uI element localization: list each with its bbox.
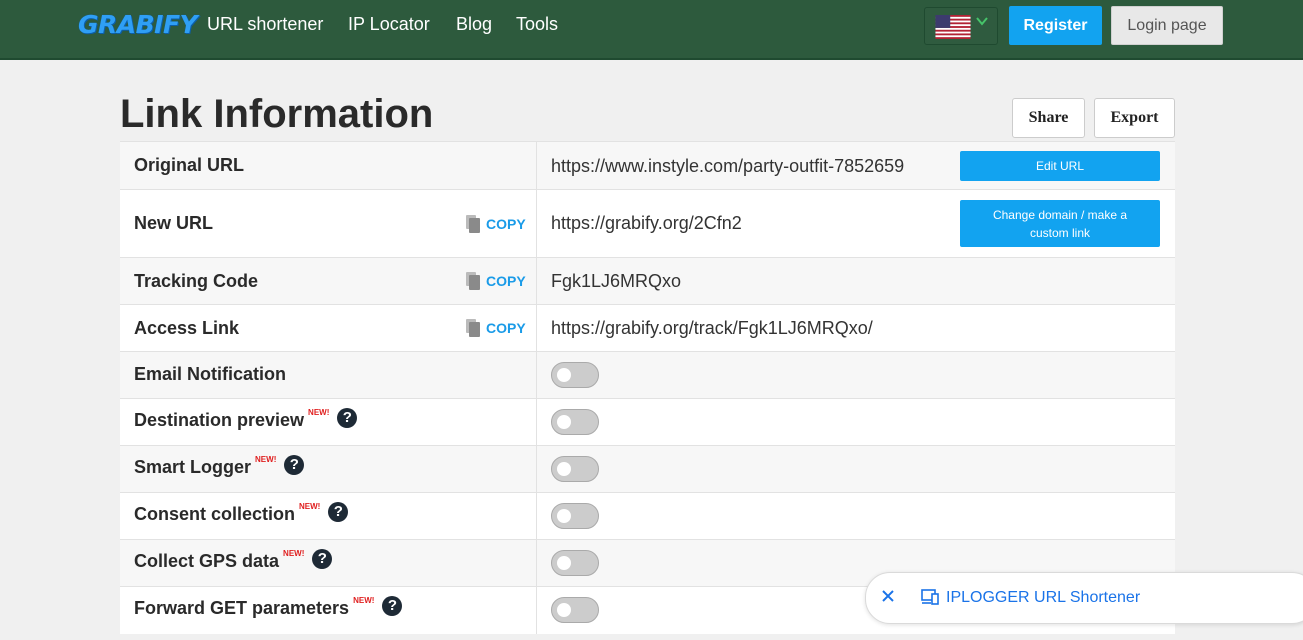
copy-tracking-code-button[interactable]: COPY xyxy=(466,272,526,290)
row-label: Destination preview NEW!? xyxy=(134,408,358,431)
row-label: Tracking Code xyxy=(134,271,259,291)
table-row-access-link: Access Link COPY https://grabify.org/tra… xyxy=(120,304,1175,352)
nav-url-shortener[interactable]: URL shortener xyxy=(207,14,323,35)
new-badge: NEW! xyxy=(299,502,321,511)
app-toast: IPLOGGER URL Shortener xyxy=(865,572,1303,624)
row-label: New URL xyxy=(134,213,214,233)
chevron-down-icon xyxy=(975,14,989,33)
row-label: Forward GET parameters NEW!? xyxy=(134,596,403,619)
copy-icon xyxy=(466,214,480,233)
table-row-tracking-code: Tracking Code COPY Fgk1LJ6MRQxo xyxy=(120,257,1175,305)
new-badge: NEW! xyxy=(255,455,277,464)
link-info-table: Original URL https://www.instyle.com/par… xyxy=(120,141,1175,634)
new-url-value: https://grabify.org/2Cfn2 xyxy=(551,213,742,233)
row-label: Email Notification xyxy=(134,364,287,384)
table-row-consent-collection: Consent collection NEW!? xyxy=(120,492,1175,540)
help-icon[interactable]: ? xyxy=(328,502,349,523)
table-row-destination-preview: Destination preview NEW!? xyxy=(120,398,1175,446)
access-link-value: https://grabify.org/track/Fgk1LJ6MRQxo/ xyxy=(551,318,873,338)
email-notification-toggle[interactable] xyxy=(551,362,599,388)
new-badge: NEW! xyxy=(283,549,305,558)
row-label: Access Link xyxy=(134,318,240,338)
page-title: Link Information xyxy=(120,92,434,136)
share-button[interactable]: Share xyxy=(1012,98,1085,138)
consent-collection-toggle[interactable] xyxy=(551,503,599,529)
row-label: Smart Logger NEW!? xyxy=(134,455,305,478)
language-selector[interactable] xyxy=(924,7,998,45)
table-row-smart-logger: Smart Logger NEW!? xyxy=(120,445,1175,493)
forward-get-parameters-toggle[interactable] xyxy=(551,597,599,624)
destination-preview-toggle[interactable] xyxy=(551,409,599,435)
copy-icon xyxy=(466,272,480,290)
nav-blog[interactable]: Blog xyxy=(456,14,492,35)
grabify-logo[interactable]: GRABIFY xyxy=(78,10,198,39)
help-icon[interactable]: ? xyxy=(337,408,358,429)
help-icon[interactable]: ? xyxy=(382,596,403,617)
devices-icon xyxy=(921,589,939,605)
help-icon[interactable]: ? xyxy=(312,549,333,570)
collect-gps-data-toggle[interactable] xyxy=(551,550,599,576)
original-url-value: https://www.instyle.com/party-outfit-785… xyxy=(551,156,905,176)
change-domain-button[interactable]: Change domain / make a custom link xyxy=(960,200,1160,247)
copy-icon xyxy=(466,319,480,337)
nav-tools[interactable]: Tools xyxy=(516,14,558,35)
row-label: Consent collection NEW!? xyxy=(134,502,349,525)
table-row-original-url: Original URL https://www.instyle.com/par… xyxy=(120,141,1175,190)
login-page-button[interactable]: Login page xyxy=(1111,6,1223,45)
copy-new-url-button[interactable]: COPY xyxy=(466,214,526,233)
us-flag-icon xyxy=(935,15,971,39)
export-button[interactable]: Export xyxy=(1094,98,1175,138)
register-button[interactable]: Register xyxy=(1009,6,1102,45)
nav-ip-locator[interactable]: IP Locator xyxy=(348,14,430,35)
tracking-code-value: Fgk1LJ6MRQxo xyxy=(551,271,682,291)
help-icon[interactable]: ? xyxy=(284,455,305,476)
row-label: Collect GPS data NEW!? xyxy=(134,549,333,572)
toast-text[interactable]: IPLOGGER URL Shortener xyxy=(946,589,1140,607)
row-label: Original URL xyxy=(134,155,245,175)
table-row-email-notification: Email Notification xyxy=(120,351,1175,399)
table-row-new-url: New URL COPY https://grabify.org/2Cfn2 C… xyxy=(120,189,1175,258)
smart-logger-toggle[interactable] xyxy=(551,456,599,482)
top-navbar: GRABIFY URL shortener IP Locator Blog To… xyxy=(0,0,1303,60)
edit-url-button[interactable]: Edit URL xyxy=(960,151,1160,181)
new-badge: NEW! xyxy=(353,596,375,605)
close-icon[interactable] xyxy=(881,587,895,607)
new-badge: NEW! xyxy=(308,408,330,417)
copy-access-link-button[interactable]: COPY xyxy=(466,319,526,337)
